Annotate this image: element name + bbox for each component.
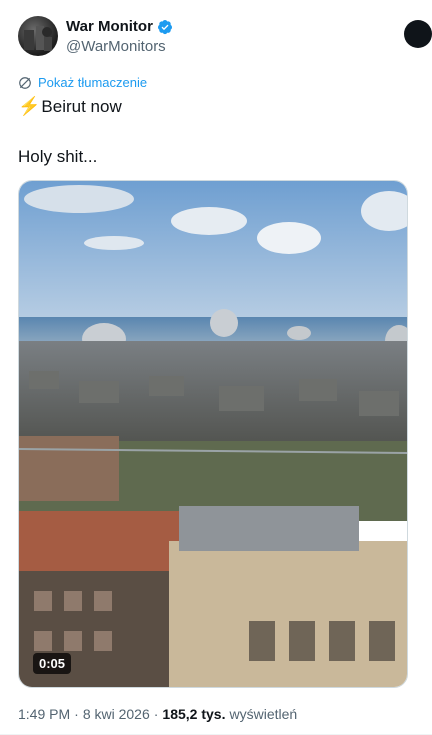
tweet-text-beirut: Beirut now — [41, 96, 122, 116]
tweet-text-line2: Holy shit... — [18, 147, 98, 166]
tweet-time[interactable]: 1:49 PM — [18, 706, 70, 722]
video-duration: 0:05 — [33, 653, 72, 674]
views-count[interactable]: 185,2 tys. — [162, 706, 225, 722]
translate-icon — [19, 76, 31, 89]
author-name-row[interactable]: War Monitor — [66, 18, 173, 35]
tweet-date[interactable]: 8 kwi 2026 — [83, 706, 150, 722]
translate-link[interactable]: Pokaż tłumaczenie — [18, 75, 147, 90]
follow-button[interactable] — [404, 20, 432, 48]
video-player[interactable]: 0:05 — [18, 180, 408, 688]
avatar[interactable] — [18, 16, 58, 56]
translate-label[interactable]: Pokaż tłumaczenie — [38, 75, 147, 90]
author-name[interactable]: War Monitor — [66, 18, 153, 35]
video-frame — [19, 181, 407, 687]
lightning-emoji: ⚡ — [18, 96, 41, 116]
verified-badge-icon — [157, 19, 172, 34]
views-label: wyświetleń — [229, 706, 298, 722]
separator: · — [153, 706, 159, 722]
tweet-meta: 1:49 PM · 8 kwi 2026 · 185,2 tys. wyświe… — [18, 706, 297, 722]
separator: · — [74, 706, 79, 722]
tweet-header: War Monitor @WarMonitors — [18, 14, 432, 58]
tweet-text-line1: ⚡ Beirut now — [18, 96, 122, 117]
author-handle[interactable]: @WarMonitors — [66, 38, 166, 55]
